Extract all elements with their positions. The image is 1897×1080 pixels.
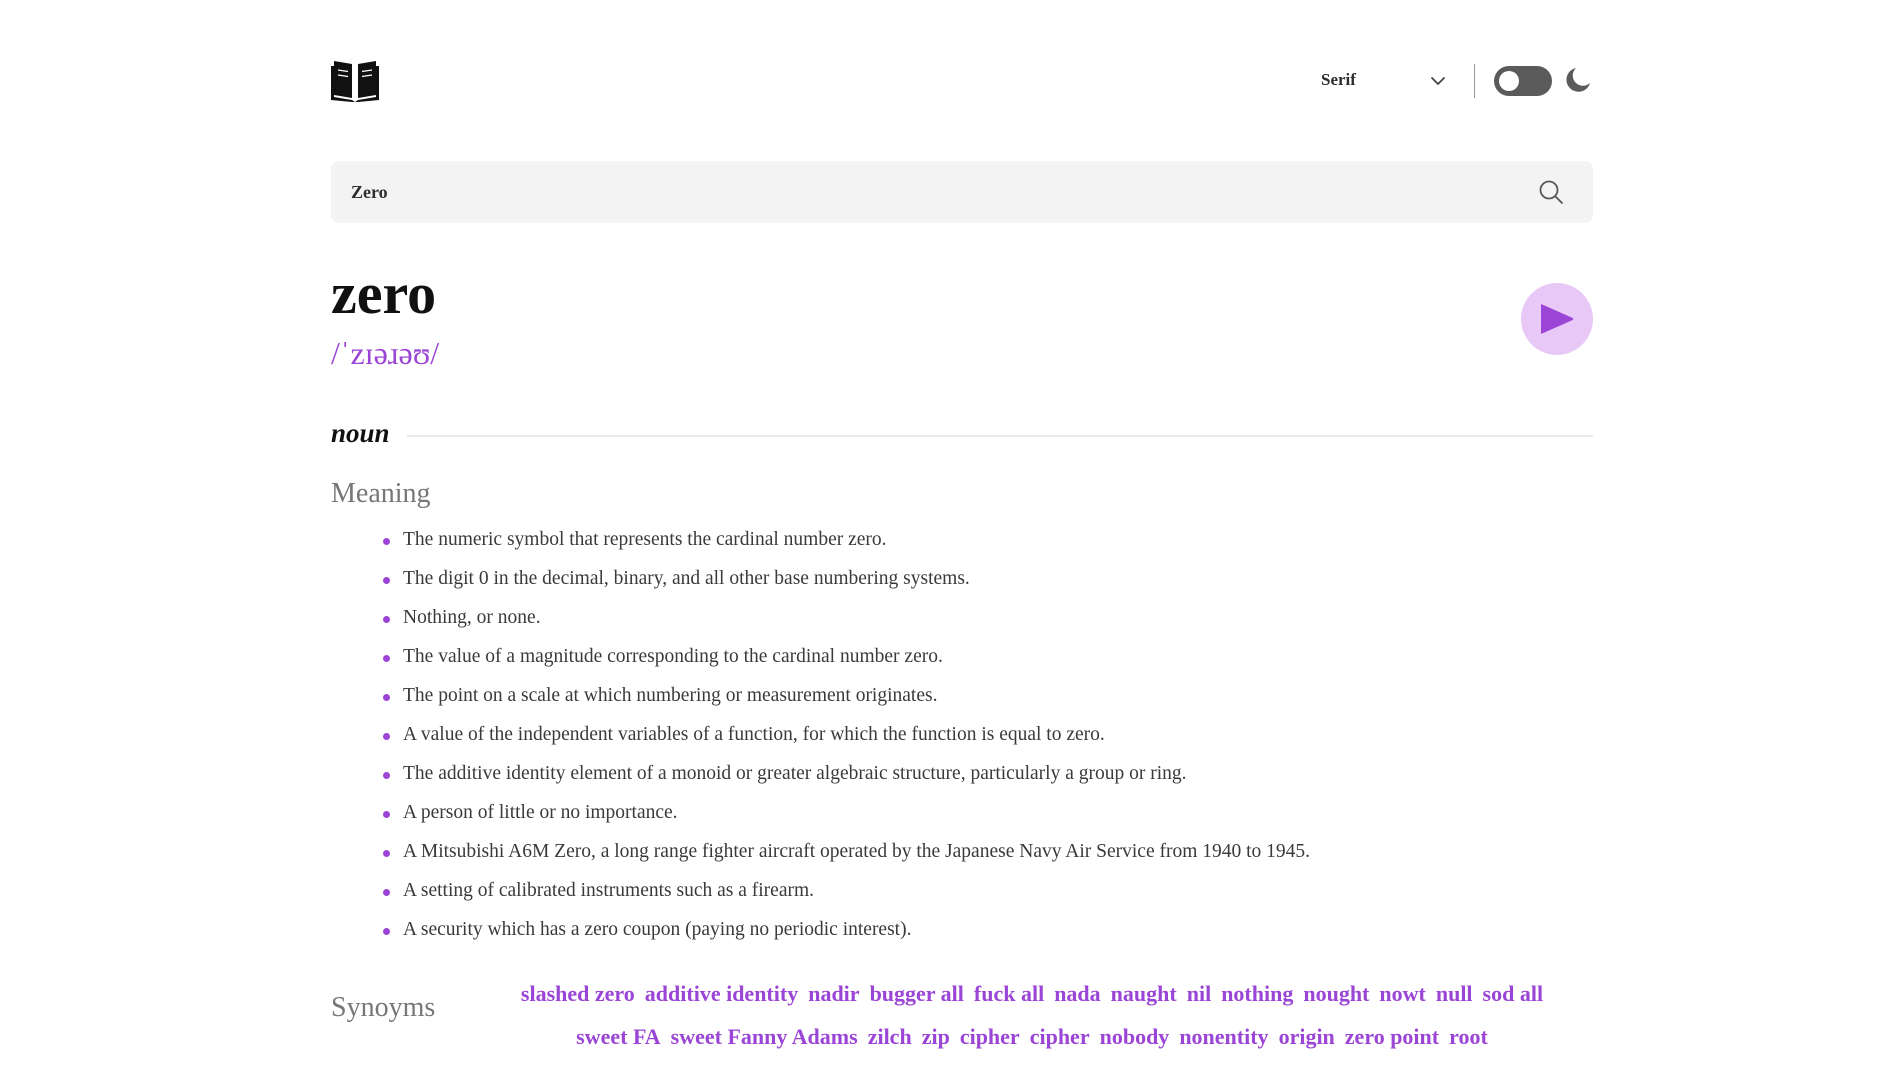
part-of-speech-row: noun (331, 418, 1593, 456)
definition-item: The digit 0 in the decimal, binary, and … (371, 567, 1593, 606)
definition-item: The value of a magnitude corresponding t… (371, 645, 1593, 684)
synonym-link[interactable]: naught (1111, 974, 1177, 1014)
synonym-link[interactable]: nothing (1221, 974, 1293, 1014)
search-icon[interactable] (1537, 178, 1565, 206)
synonyms-heading: Synoyms (331, 992, 436, 1023)
section-divider (407, 435, 1593, 437)
synonym-link[interactable]: additive identity (645, 974, 798, 1014)
synonym-link[interactable]: nada (1054, 974, 1100, 1014)
definition-item: A Mitsubishi A6M Zero, a long range figh… (371, 840, 1593, 879)
definition-item: The point on a scale at which numbering … (371, 684, 1593, 723)
synonym-link[interactable]: slashed zero (521, 974, 635, 1014)
definition-item: The numeric symbol that represents the c… (371, 528, 1593, 567)
synonym-link[interactable]: nowt (1379, 974, 1425, 1014)
synonym-link[interactable]: root (1449, 1017, 1488, 1057)
definition-list: The numeric symbol that represents the c… (371, 528, 1593, 957)
definition-item: Nothing, or none. (371, 606, 1593, 645)
header: Serif (331, 58, 1593, 104)
synonym-link[interactable]: zilch (868, 1017, 912, 1057)
definition-item: The additive identity element of a monoi… (371, 762, 1593, 801)
word-heading: zero (331, 261, 437, 326)
phonetic-text: /ˈzɪəɹəʊ/ (331, 335, 440, 371)
theme-toggle[interactable] (1494, 66, 1552, 96)
synonym-link[interactable]: nadir (808, 974, 859, 1014)
definition-item: A security which has a zero coupon (payi… (371, 918, 1593, 957)
synonyms-list: slashed zero additive identity nadir bug… (471, 974, 1593, 1060)
book-icon[interactable] (331, 58, 379, 102)
definition-item: A person of little or no importance. (371, 801, 1593, 840)
chevron-down-icon (1431, 77, 1445, 85)
synonym-link[interactable]: nought (1303, 974, 1369, 1014)
synonym-link[interactable]: sweet FA (576, 1017, 661, 1057)
synonym-link[interactable]: fuck all (974, 974, 1044, 1014)
play-icon (1541, 304, 1573, 334)
synonym-link[interactable]: nonentity (1179, 1017, 1268, 1057)
synonym-link[interactable]: bugger all (870, 974, 964, 1014)
synonym-link[interactable]: sweet Fanny Adams (671, 1017, 858, 1057)
synonym-link[interactable]: zero point (1345, 1017, 1439, 1057)
synonym-link[interactable]: sod all (1483, 974, 1544, 1014)
search-bar (331, 161, 1593, 223)
definition-item: A value of the independent variables of … (371, 723, 1593, 762)
synonym-link[interactable]: nobody (1100, 1017, 1170, 1057)
header-divider (1474, 64, 1475, 98)
meaning-heading: Meaning (331, 478, 431, 509)
font-family-value: Serif (1321, 70, 1356, 89)
moon-icon (1566, 68, 1590, 92)
synonym-link[interactable]: zip (922, 1017, 950, 1057)
definition-item: A setting of calibrated instruments such… (371, 879, 1593, 918)
play-audio-button[interactable] (1521, 283, 1593, 355)
synonym-link[interactable]: cipher (1030, 1017, 1090, 1057)
toggle-knob (1499, 71, 1519, 91)
synonym-link[interactable]: origin (1279, 1017, 1335, 1057)
search-input[interactable] (351, 161, 1511, 223)
part-of-speech: noun (331, 418, 390, 448)
synonym-link[interactable]: cipher (960, 1017, 1020, 1057)
synonym-link[interactable]: nil (1187, 974, 1211, 1014)
font-family-select[interactable]: Serif (1321, 64, 1471, 96)
synonym-link[interactable]: null (1436, 974, 1473, 1014)
